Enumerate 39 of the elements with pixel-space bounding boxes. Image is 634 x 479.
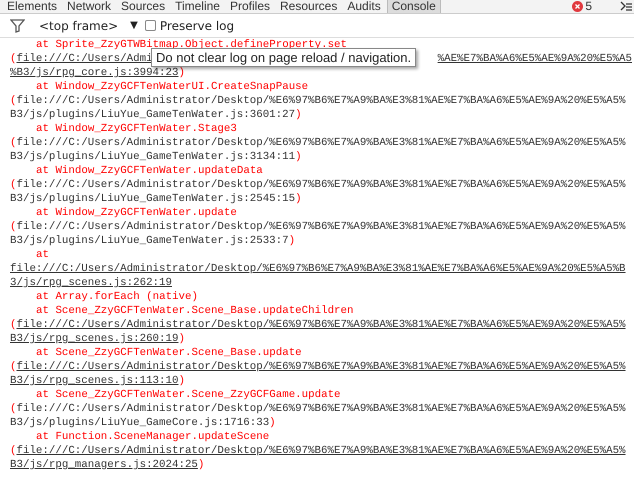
drawer-icon[interactable] bbox=[620, 1, 632, 12]
preserve-log-label[interactable]: Preserve log bbox=[160, 16, 234, 34]
panel-tab[interactable]: Console bbox=[386, 0, 441, 13]
source-link[interactable]: (file:///C:/Users/Administrator/Desktop/%E6%97%B6%E7%A9%BA%E3%81%AE%E7%BA%A6%E5%AE%9A%20%E5%A5%B3/js/rpg_managers.js:2024:25) bbox=[10, 444, 628, 472]
panel-tab[interactable]: Resources bbox=[276, 0, 342, 13]
source-location: (file:///C:/Users/Administrator/Desktop/%E6%97%B6%E7%A9%BA%E3%81%AE%E7%BA%A6%E5%AE%9A%20%E5%A5%B3/js/plugins/LiuYue_GameTenWater.js:3134:11) bbox=[10, 136, 627, 164]
source-location: (file:///C:/Users/Administrator/Desktop/%E6%97%B6%E7%A9%BA%E3%81%AE%E7%BA%A6%E5%AE%9A%20%E5%A5%B3/js/plugins/LiuYue_GameTenWater.js:2533:7) bbox=[10, 220, 627, 248]
panel-tab[interactable]: Timeline bbox=[171, 0, 224, 13]
source-location: (file:///C:/Users/Administrator/Desktop/%E6%97%B6%E7%A9%BA%E3%81%AE%E7%BA%A6%E5%AE%9A%20%E5%A5%B3/js/plugins/LiuYue_GameTenWater.js:2545:15) bbox=[10, 178, 627, 206]
error-count[interactable]: 5 bbox=[585, 0, 592, 13]
stack-frame-call: at Window_ZzyGCFTenWater.Stage3 bbox=[35, 122, 238, 136]
error-icon[interactable] bbox=[572, 1, 584, 12]
source-link[interactable]: (file:///C:/Users/Administrator/Desktop/%E6%97%B6%E7%A9%BA%E3%81%AE%E7%BA%A6%E5%AE%9A%20%E5%A5%B3/js/rpg_scenes.js:260:19) bbox=[10, 318, 628, 346]
source-link[interactable]: %AE%E7%BA%A6%E5%AE%9A%20%E5%A5 bbox=[438, 52, 632, 66]
source-link[interactable]: (file:///C:/Users/Administrator/Desktop/%E6%97%B6%E7%A9%BA%E3%81%AE%E7%BA%A6%E5%AE%9A%20%E5%A5%B3/js/rpg_scenes.js:113:10) bbox=[10, 360, 628, 388]
filter-icon[interactable] bbox=[10, 18, 25, 32]
stack-frame-call: at Scene_ZzyGCFTenWater.Scene_Base.update bbox=[35, 346, 303, 360]
source-link[interactable]: file:///C:/Users/Administrator/Desktop/%E6%97%B6%E7%A9%BA%E3%81%AE%E7%BA%A6%E5%AE%9A%20%E5%A5%B3/js/rpg_scenes.js:262:19 bbox=[10, 262, 628, 290]
stack-frame-call: at Window_ZzyGCFTenWater.update bbox=[35, 206, 238, 220]
panel-tab[interactable]: Sources bbox=[117, 0, 170, 13]
stack-frame-call: at Array.forEach (native) bbox=[35, 290, 199, 304]
stack-frame-call: at bbox=[35, 248, 50, 262]
preserve-log-checkbox[interactable] bbox=[144, 20, 156, 31]
stack-frame-call: at Scene_ZzyGCFTenWater.Scene_Base.updateChildren bbox=[35, 304, 354, 318]
panel-tab[interactable]: Profiles bbox=[226, 0, 274, 13]
stack-frame-call: at Window_ZzyGCFTenWaterUI.CreateSnapPause bbox=[35, 80, 310, 94]
panel-tab[interactable]: Audits bbox=[343, 0, 385, 13]
stack-frame-call: at Window_ZzyGCFTenWater.updateData bbox=[35, 164, 264, 178]
source-location: (file:///C:/Users/Administrator/Desktop/%E6%97%B6%E7%A9%BA%E3%81%AE%E7%BA%A6%E5%AE%9A%20%E5%A5%B3/js/plugins/LiuYue_GameTenWater.js:3601:27) bbox=[10, 94, 627, 122]
panel-tab[interactable]: Elements bbox=[3, 0, 62, 13]
stack-frame-call: at Function.SceneManager.updateScene bbox=[35, 430, 270, 444]
source-link[interactable]: (file:///C:/Users/Admi bbox=[10, 52, 153, 66]
source-link[interactable]: %B3/js/rpg_core.js:3994:23) bbox=[10, 66, 185, 80]
tooltip: Do not clear log on page reload / navigation. bbox=[151, 48, 416, 67]
stack-frame-call: at Scene_ZzyGCFTenWater.Scene_ZzyGCFGame.update bbox=[35, 388, 342, 402]
source-location: (file:///C:/Users/Administrator/Desktop/%E6%97%B6%E7%A9%BA%E3%81%AE%E7%BA%A6%E5%AE%9A%20%E5%A5%B3/js/plugins/LiuYue_GameCore.js:1716:33) bbox=[10, 402, 627, 430]
panel-tab[interactable]: Network bbox=[63, 0, 116, 13]
dropdown-arrow[interactable]: ▼ bbox=[130, 18, 138, 33]
frame-selector[interactable]: <top frame> bbox=[39, 16, 118, 34]
